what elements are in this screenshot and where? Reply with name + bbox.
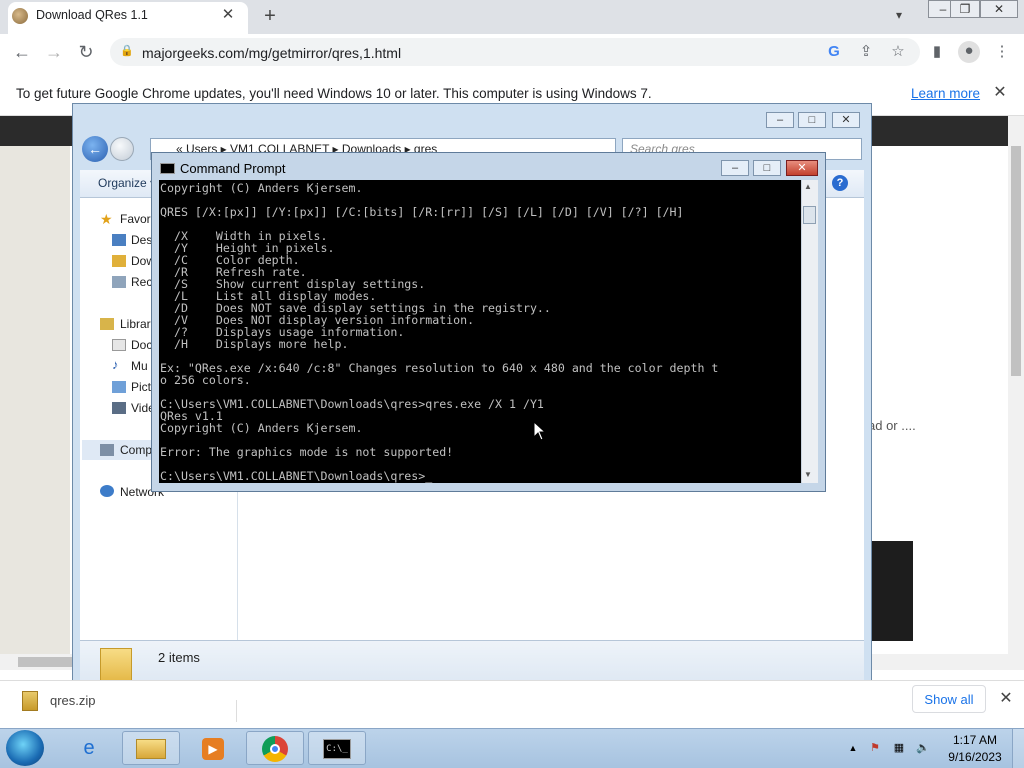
cmd-minimize-button[interactable]: ‒ [721,160,749,176]
update-message: To get future Google Chrome updates, you… [16,86,652,101]
tab-close-button[interactable]: ✕ [218,5,238,25]
cmd-window-icon [160,163,175,174]
profile-avatar-icon[interactable]: ● [958,41,980,63]
reload-icon[interactable]: ↻ [74,40,98,64]
nav-pictures[interactable]: Pict [131,380,151,394]
help-icon[interactable]: ? [832,175,848,191]
volume-muted-icon[interactable]: 🔈 [916,741,930,755]
shelf-divider [236,700,237,722]
music-note-icon: ♪ [112,357,119,372]
clock-time[interactable]: 1:17 AM [944,733,1006,747]
nav-recent[interactable]: Rec [131,275,152,289]
show-hidden-icons-icon[interactable]: ▲ [846,741,860,755]
command-prompt-taskbar-icon[interactable]: C:\_ [308,731,366,765]
show-all-button[interactable]: Show all [912,685,986,713]
download-file-name[interactable]: qres.zip [50,693,96,708]
nav-libraries[interactable]: Librar [120,317,151,331]
forward-arrow-icon[interactable]: → [42,40,66,64]
side-panel-icon[interactable]: ▮ [927,42,947,62]
nav-music[interactable]: Mu [131,359,148,373]
bookmark-star-icon[interactable]: ☆ [888,42,908,62]
cmd-scroll-up-icon[interactable]: ▲ [804,182,812,191]
infobar-close-button[interactable]: ✕ [990,82,1010,102]
cmd-scroll-thumb[interactable] [803,206,816,224]
mouse-pointer-icon [533,421,547,441]
menu-kebab-icon[interactable]: ⋮ [992,42,1012,62]
downloads-folder-icon [112,255,126,267]
tab-search-chevron-icon[interactable]: ▾ [896,8,914,26]
shelf-close-button[interactable]: ✕ [996,688,1016,708]
explorer-back-button[interactable]: ← [82,136,108,162]
zip-file-icon [22,691,38,711]
network-icon [100,485,114,497]
favorites-star-icon: ★ [100,211,113,227]
desktop-icon [112,234,126,246]
cmd-title: Command Prompt [180,161,286,176]
start-button[interactable] [6,730,44,766]
documents-icon [112,339,126,351]
chrome-taskbar-icon[interactable] [246,731,304,765]
videos-icon [112,402,126,414]
action-center-flag-icon[interactable]: ⚑ [868,741,882,755]
media-player-icon[interactable]: ▶ [184,731,242,765]
tab-title: Download QRes 1.1 [36,8,148,22]
computer-icon [100,444,114,456]
show-desktop-button[interactable] [1012,729,1024,768]
back-arrow-icon[interactable]: ← [10,40,34,64]
file-explorer-taskbar-icon[interactable] [122,731,180,765]
clock-date[interactable]: 9/16/2023 [944,750,1006,764]
cmd-maximize-button[interactable]: □ [753,160,781,176]
internet-explorer-icon[interactable]: e [60,731,118,765]
page-logo-area [0,146,70,666]
cmd-close-button[interactable]: ✕ [786,160,818,176]
cmd-scrollbar[interactable] [801,180,818,483]
site-favicon-icon [12,8,28,24]
pictures-icon [112,381,126,393]
cmd-scroll-down-icon[interactable]: ▼ [804,470,812,479]
cmd-console-text: Copyright (C) Anders Kjersem. QRES [/X:[… [160,181,719,483]
page-partial-text: ad or .... [868,418,916,433]
recent-places-icon [112,276,126,288]
cmd-console-area[interactable]: Copyright (C) Anders Kjersem. QRES [/X:[… [159,180,801,483]
nav-favorites[interactable]: Favor [120,212,151,226]
nav-computer[interactable]: Comp [120,443,152,457]
window-restore-button[interactable]: ❐ [950,0,980,18]
network-tray-icon[interactable]: ▦ [892,741,906,755]
window-close-button[interactable]: ✕ [980,0,1018,18]
learn-more-link[interactable]: Learn more [911,86,980,101]
item-count: 2 items [158,650,200,665]
new-tab-button[interactable]: + [258,5,282,29]
explorer-forward-button[interactable] [110,137,134,161]
download-shelf [0,680,1024,728]
page-vertical-scroll-thumb[interactable] [1011,146,1021,376]
lock-icon[interactable]: 🔒 [120,44,134,58]
nav-documents[interactable]: Doc [131,338,152,352]
organize-button[interactable]: Organize ▾ [98,176,156,190]
libraries-icon [100,318,114,330]
page-ad-block [872,541,913,641]
explorer-close-button[interactable]: ✕ [832,112,860,128]
url-text[interactable]: majorgeeks.com/mg/getmirror/qres,1.html [142,45,401,61]
google-lens-icon[interactable]: G [824,42,844,62]
explorer-maximize-button[interactable]: □ [798,112,826,128]
share-icon[interactable]: ⇪ [856,42,876,62]
explorer-minimize-button[interactable]: ‒ [766,112,794,128]
